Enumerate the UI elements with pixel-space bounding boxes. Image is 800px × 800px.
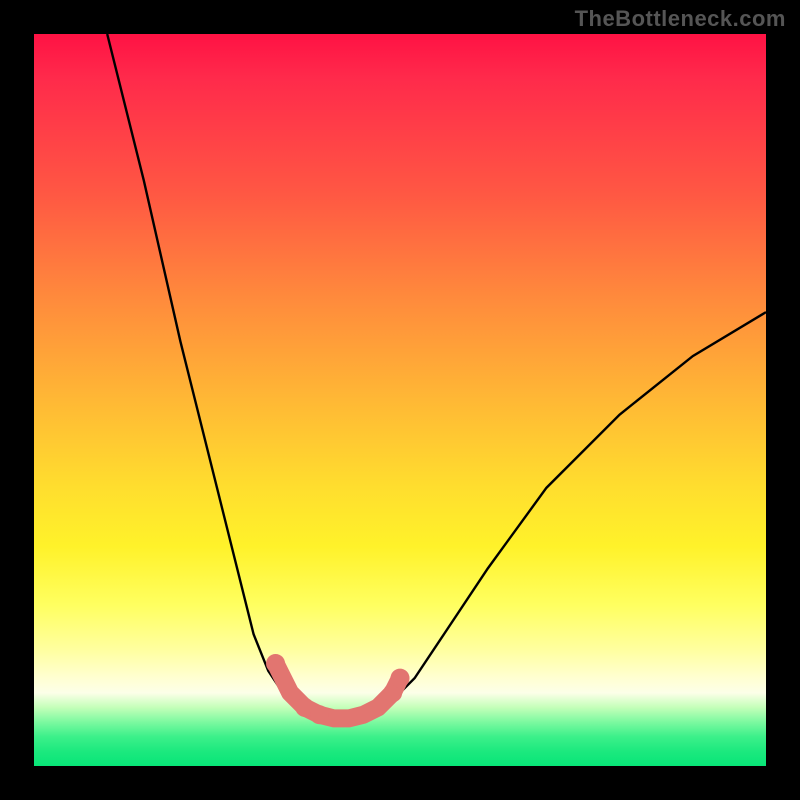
highlight-dot (266, 654, 285, 673)
curve-layer (34, 34, 766, 766)
curve-left-branch (107, 34, 297, 700)
chart-root: TheBottleneck.com (0, 0, 800, 800)
highlight-dot (310, 705, 329, 724)
watermark-text: TheBottleneck.com (575, 6, 786, 32)
curve-right-branch (385, 312, 766, 707)
highlight-segment (276, 664, 400, 719)
plot-area (34, 34, 766, 766)
highlight-dot (390, 669, 409, 688)
